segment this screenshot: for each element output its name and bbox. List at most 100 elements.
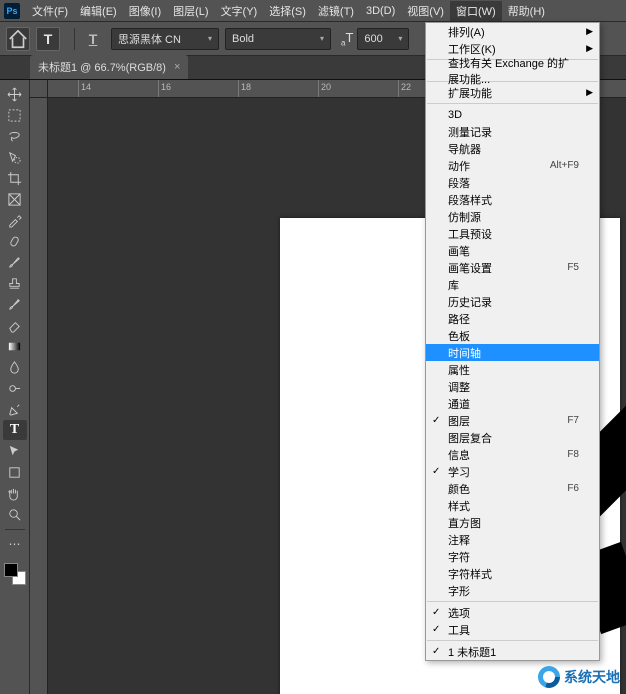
gradient-tool[interactable] [3,336,27,356]
lasso-tool[interactable] [3,126,27,146]
menu-swatches[interactable]: 色板 [426,327,599,344]
tool-preset-icon[interactable]: T [36,27,60,51]
chevron-down-icon: ▾ [208,34,212,43]
menu-doc1[interactable]: ✓1 未标题1 [426,643,599,660]
menu-notes[interactable]: 注释 [426,531,599,548]
menu-tools[interactable]: ✓工具 [426,621,599,638]
home-icon[interactable] [6,27,30,51]
menu-brush-settings[interactable]: 画笔设置F5 [426,259,599,276]
menu-histogram[interactable]: 直方图 [426,514,599,531]
text-orientation-toggle[interactable]: T [81,27,105,51]
menu-channels[interactable]: 通道 [426,395,599,412]
menu-library[interactable]: 库 [426,276,599,293]
menu-measurement[interactable]: 测量记录 [426,123,599,140]
eraser-tool[interactable] [3,315,27,335]
menu-window[interactable]: 窗口(W) [450,1,502,21]
toolbar: T ⋯ [0,80,30,694]
separator [74,28,75,50]
quick-select-tool[interactable] [3,147,27,167]
edit-toolbar-icon[interactable]: ⋯ [3,534,27,554]
ruler-tick: 22 [398,80,411,97]
history-brush-tool[interactable] [3,294,27,314]
hand-tool[interactable] [3,483,27,503]
menu-help[interactable]: 帮助(H) [502,1,551,21]
blur-tool[interactable] [3,357,27,377]
menu-edit[interactable]: 编辑(E) [74,1,123,21]
pen-tool[interactable] [3,399,27,419]
check-icon: ✓ [432,466,440,477]
check-icon: ✓ [432,607,440,618]
type-tool[interactable]: T [3,420,27,440]
menu-glyphs[interactable]: 字形 [426,582,599,599]
window-menu-dropdown: 排列(A)▶ 工作区(K)▶ 查找有关 Exchange 的扩展功能... 扩展… [425,22,600,661]
dodge-tool[interactable] [3,378,27,398]
menu-filter[interactable]: 滤镜(T) [312,1,360,21]
healing-tool[interactable] [3,231,27,251]
move-tool[interactable] [3,84,27,104]
font-family-dropdown[interactable]: 思源黑体 CN ▾ [111,28,219,50]
close-tab-icon[interactable]: × [174,61,180,73]
watermark-logo-icon [538,666,560,688]
menu-paths[interactable]: 路径 [426,310,599,327]
font-weight-value: Bold [232,33,254,45]
menu-layer-comps[interactable]: 图层复合 [426,429,599,446]
check-icon: ✓ [432,646,440,657]
watermark: 系统天地 [538,666,620,688]
menu-type[interactable]: 文字(Y) [215,1,264,21]
shape-tool[interactable] [3,462,27,482]
crop-tool[interactable] [3,168,27,188]
font-size-dropdown[interactable]: 600 ▾ [357,28,409,50]
ruler-vertical [30,98,48,694]
foreground-color-swatch[interactable] [4,563,18,577]
menu-3d-panel[interactable]: 3D [426,106,599,123]
menu-exchange[interactable]: 查找有关 Exchange 的扩展功能... [426,62,599,79]
menu-view[interactable]: 视图(V) [401,1,450,21]
menu-3d[interactable]: 3D(D) [360,3,401,19]
menu-info[interactable]: 信息F8 [426,446,599,463]
menu-extensions[interactable]: 扩展功能▶ [426,84,599,101]
eyedropper-tool[interactable] [3,210,27,230]
menubar: Ps 文件(F) 编辑(E) 图像(I) 图层(L) 文字(Y) 选择(S) 滤… [0,0,626,22]
menu-actions[interactable]: 动作Alt+F9 [426,157,599,174]
menu-character[interactable]: 字符 [426,548,599,565]
menu-arrange[interactable]: 排列(A)▶ [426,23,599,40]
menu-color[interactable]: 颜色F6 [426,480,599,497]
check-icon: ✓ [432,624,440,635]
menu-learn[interactable]: ✓学习 [426,463,599,480]
menu-history[interactable]: 历史记录 [426,293,599,310]
font-weight-dropdown[interactable]: Bold ▾ [225,28,331,50]
menu-file[interactable]: 文件(F) [26,1,74,21]
chevron-down-icon: ▾ [398,34,402,43]
menu-paragraph[interactable]: 段落 [426,174,599,191]
font-size-icon: aT [341,30,353,48]
menu-layer[interactable]: 图层(L) [167,1,214,21]
zoom-tool[interactable] [3,504,27,524]
menu-clone-source[interactable]: 仿制源 [426,208,599,225]
submenu-arrow-icon: ▶ [586,87,593,98]
menu-separator [427,103,598,104]
menu-styles[interactable]: 样式 [426,497,599,514]
color-swatches[interactable] [4,563,26,585]
brush-tool[interactable] [3,252,27,272]
submenu-arrow-icon: ▶ [586,26,593,37]
submenu-arrow-icon: ▶ [586,43,593,54]
frame-tool[interactable] [3,189,27,209]
menu-select[interactable]: 选择(S) [263,1,312,21]
menu-navigator[interactable]: 导航器 [426,140,599,157]
menu-adjustments[interactable]: 调整 [426,378,599,395]
menu-properties[interactable]: 属性 [426,361,599,378]
menu-layers[interactable]: ✓图层F7 [426,412,599,429]
marquee-tool[interactable] [3,105,27,125]
menu-timeline[interactable]: 时间轴 [426,344,599,361]
stamp-tool[interactable] [3,273,27,293]
menu-tool-presets[interactable]: 工具预设 [426,225,599,242]
watermark-text: 系统天地 [564,667,620,687]
document-tab[interactable]: 未标题1 @ 66.7%(RGB/8) × [30,55,188,79]
menu-image[interactable]: 图像(I) [123,1,167,21]
menu-paragraph-styles[interactable]: 段落样式 [426,191,599,208]
menu-character-styles[interactable]: 字符样式 [426,565,599,582]
menu-options-bar[interactable]: ✓选项 [426,604,599,621]
path-select-tool[interactable] [3,441,27,461]
menu-brushes[interactable]: 画笔 [426,242,599,259]
ruler-tick: 16 [158,80,171,97]
